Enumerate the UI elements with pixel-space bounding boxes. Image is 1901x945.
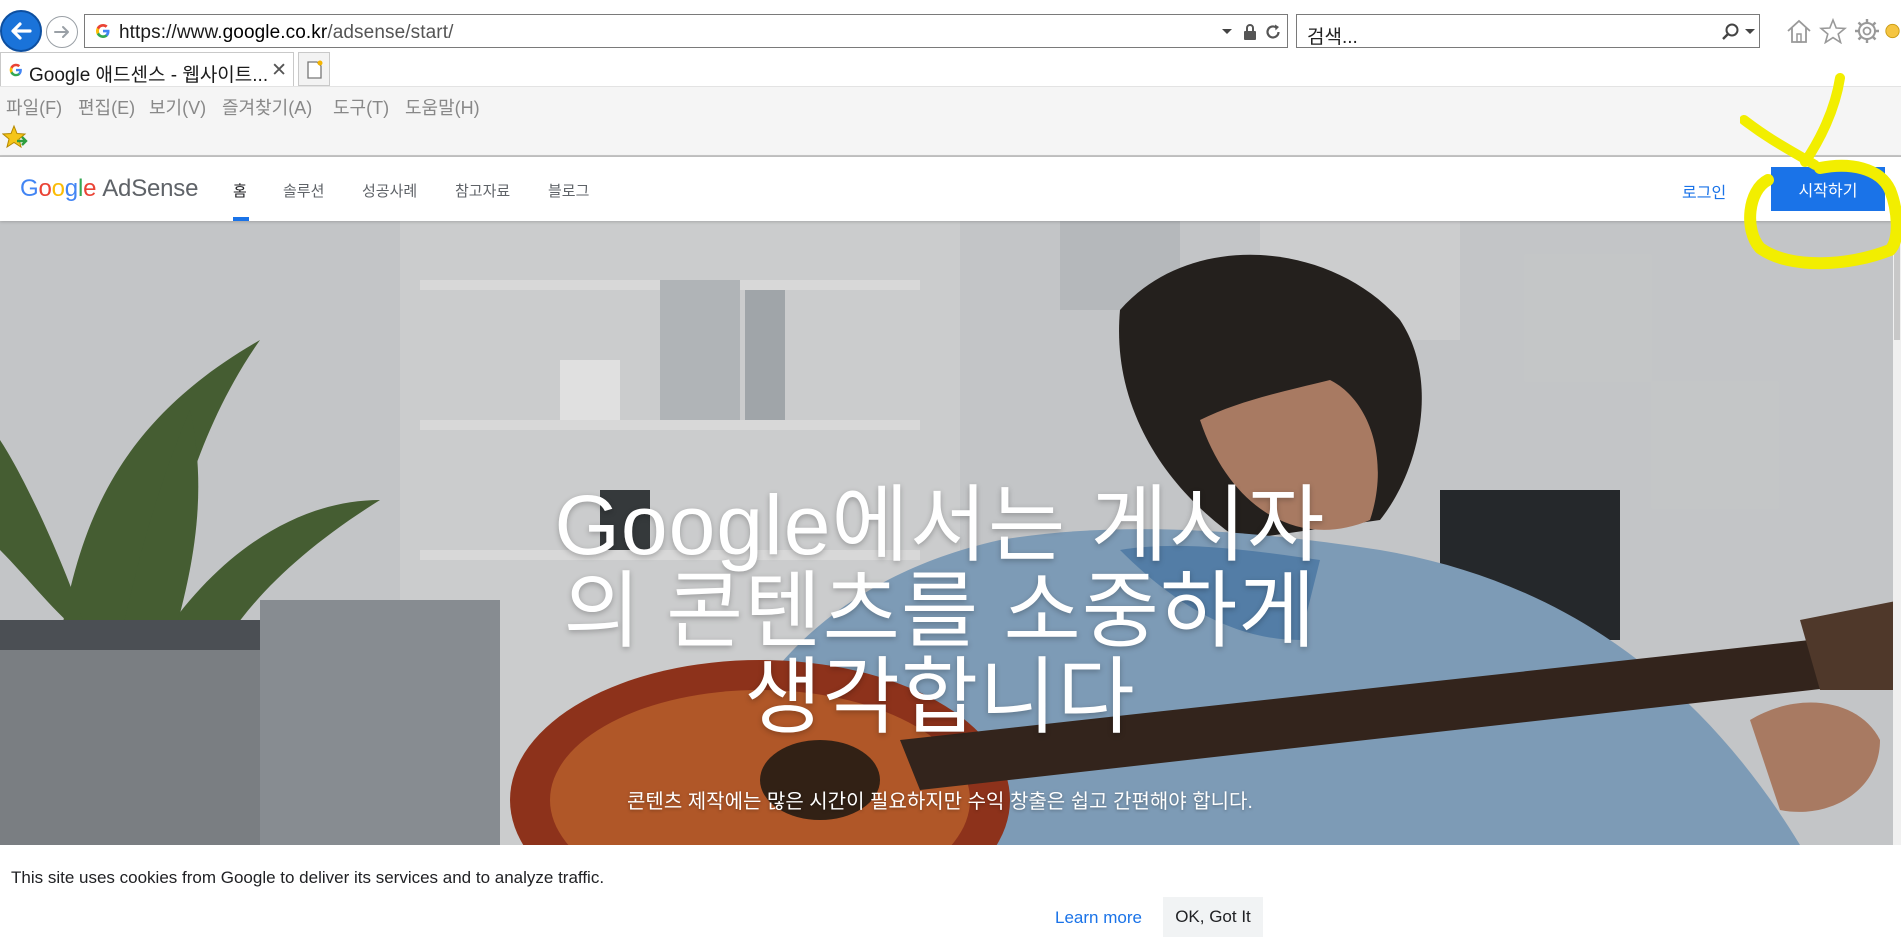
scrollbar-thumb[interactable] xyxy=(1894,220,1900,340)
dropdown-icon[interactable] xyxy=(1219,22,1235,42)
url-scheme: https://www. xyxy=(119,22,223,43)
menu-view[interactable]: 보기(V) xyxy=(149,94,206,120)
learn-more-link[interactable]: Learn more xyxy=(1055,908,1142,928)
nav-success-stories[interactable]: 성공사례 xyxy=(362,180,417,201)
menu-favorites[interactable]: 즐겨찾기(A) xyxy=(222,94,312,120)
forward-arrow-icon xyxy=(54,26,69,38)
google-wordmark: Google xyxy=(20,175,97,202)
menu-help[interactable]: 도움말(H) xyxy=(405,94,480,120)
tab-title: Google 애드센스 - 웹사이트... xyxy=(29,65,269,86)
tab-close-icon[interactable]: ✕ xyxy=(271,59,287,82)
product-name: AdSense xyxy=(102,175,199,202)
menu-tools[interactable]: 도구(T) xyxy=(333,94,389,120)
ok-got-it-button[interactable]: OK, Got It xyxy=(1163,897,1263,937)
search-icon[interactable] xyxy=(1721,22,1741,42)
tab-active[interactable]: Google 애드센스 - 웹사이트... ✕ xyxy=(0,52,294,86)
forward-button[interactable] xyxy=(46,16,78,48)
hero-title-line-2: 의 콘텐츠를 소중하게 xyxy=(563,564,1317,658)
cookie-consent-bar: This site uses cookies from Google to de… xyxy=(0,845,1901,945)
google-favicon xyxy=(96,24,110,38)
nav-blog[interactable]: 블로그 xyxy=(548,180,589,201)
favorites-bar xyxy=(0,120,1901,156)
refresh-icon[interactable] xyxy=(1263,22,1283,42)
lock-icon[interactable] xyxy=(1241,22,1259,42)
menu-edit[interactable]: 편집(E) xyxy=(78,94,135,120)
nav-resources[interactable]: 참고자료 xyxy=(455,180,510,201)
star-icon[interactable] xyxy=(1816,14,1850,48)
back-button[interactable] xyxy=(0,10,42,52)
active-nav-indicator xyxy=(233,217,249,221)
cookie-message: This site uses cookies from Google to de… xyxy=(11,868,605,887)
browser-search-box[interactable]: 검색... xyxy=(1296,14,1760,48)
menu-bar: 파일(F) 편집(E) 보기(V) 즐겨찾기(A) 도구(T) 도움말(H) xyxy=(0,86,1901,121)
address-bar[interactable]: https://www.google.co.kr/adsense/start/ xyxy=(84,14,1288,48)
login-link[interactable]: 로그인 xyxy=(1682,179,1726,203)
tab-google-favicon xyxy=(9,63,22,77)
menu-file[interactable]: 파일(F) xyxy=(6,94,62,120)
home-icon[interactable] xyxy=(1782,14,1816,48)
browser-chrome: https://www.google.co.kr/adsense/start/ … xyxy=(0,0,1901,156)
hero-title: Google에서는 게시자 의 콘텐츠를 소중하게 생각합니다 xyxy=(540,482,1340,740)
url-path: /adsense/start/ xyxy=(327,22,454,43)
new-tab-icon xyxy=(307,60,323,79)
start-button[interactable]: 시작하기 xyxy=(1771,167,1885,211)
smiley-icon[interactable] xyxy=(1884,14,1901,48)
favorites-star-icon[interactable] xyxy=(2,124,28,150)
url-text[interactable]: https://www.google.co.kr/adsense/start/ xyxy=(119,22,453,44)
hero-subtitle: 콘텐츠 제작에는 많은 시간이 필요하지만 수익 창출은 쉽고 간편해야 합니다… xyxy=(627,791,1253,813)
gear-icon[interactable] xyxy=(1850,14,1884,48)
hero-title-line-3: 생각합니다 xyxy=(744,650,1136,744)
adsense-logo[interactable]: Google AdSense xyxy=(20,175,198,203)
page-scrollbar[interactable] xyxy=(1893,220,1901,945)
nav-home[interactable]: 홈 xyxy=(233,180,247,201)
hero-title-line-1: Google에서는 게시자 xyxy=(554,478,1326,572)
nav-solutions[interactable]: 솔루션 xyxy=(283,180,324,201)
search-input[interactable]: 검색... xyxy=(1307,22,1358,49)
search-dropdown-icon[interactable] xyxy=(1743,22,1757,42)
url-host: google.co.kr xyxy=(222,22,328,43)
new-tab-button[interactable] xyxy=(298,52,330,86)
site-header: Google AdSense 홈 솔루션 성공사례 참고자료 블로그 로그인 시작… xyxy=(0,156,1901,221)
hero-section: Google에서는 게시자 의 콘텐츠를 소중하게 생각합니다 콘텐츠 제작에는… xyxy=(0,220,1901,845)
back-arrow-icon xyxy=(11,22,32,40)
